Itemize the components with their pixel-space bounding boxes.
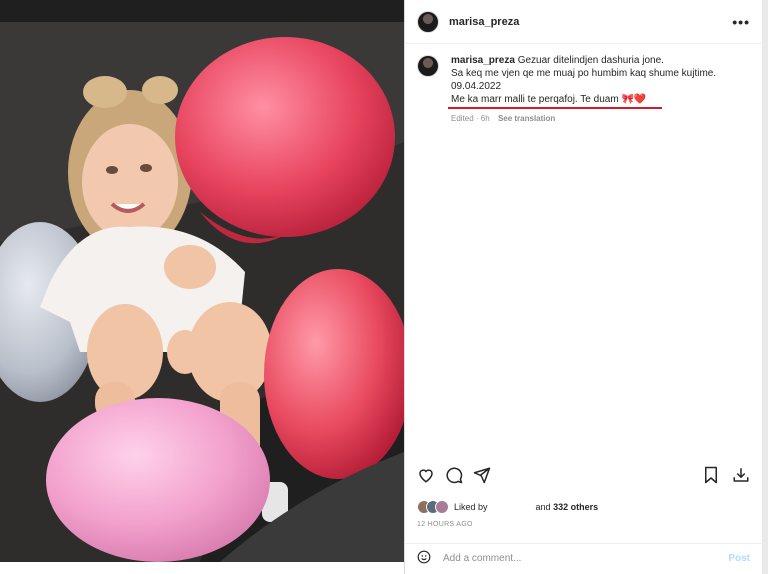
caption-body: marisa_preza Gezuar ditelindjen dashuria… [448,54,717,125]
comment-icon[interactable] [445,466,463,484]
liked-by-label: Liked by [454,502,488,512]
photo-illustration [0,22,404,562]
caption-highlight: Me ka marr malli te perqafoj. Te duam 🎀❤… [448,93,663,109]
red-underline [448,107,663,109]
post-window: marisa_preza ••• marisa_preza Gezuar dit… [0,0,768,574]
heart-icon[interactable] [417,466,435,484]
caption: marisa_preza Gezuar ditelindjen dashuria… [405,44,762,125]
liker-avatar [435,500,449,514]
action-bar-right [702,466,750,484]
caption-line-3: 09.04.2022 [451,81,502,92]
caption-line-2: Sa keq me vjen qe me muaj po humbim kaq … [451,68,717,79]
edited-label: Edited · 6h [451,114,490,123]
post-comment-button[interactable]: Post [728,553,750,564]
post-side-panel: marisa_preza ••• marisa_preza Gezuar dit… [404,0,762,574]
likes-row: Liked by and 332 others [417,500,750,514]
post-photo[interactable] [0,22,404,562]
more-icon[interactable]: ••• [732,14,750,30]
post-timestamp: 12 HOURS AGO [417,521,473,528]
download-icon[interactable] [732,466,750,484]
others-count-link[interactable]: 332 others [553,502,598,512]
and-label: and [535,502,551,512]
comment-bar: Add a comment... Post [417,550,750,567]
post-header: marisa_preza ••• [405,0,762,44]
bookmark-icon[interactable] [702,466,720,484]
others-label: and 332 others [536,502,599,512]
avatar[interactable] [417,10,439,33]
share-icon[interactable] [473,466,491,484]
caption-avatar[interactable] [417,55,439,77]
background-strip [762,0,768,574]
caption-line-4: Me ka marr malli te perqafoj. Te duam 🎀❤… [451,94,647,105]
caption-meta: Edited · 6h See translation [451,112,716,125]
top-bar [0,0,404,22]
action-bar [417,466,750,484]
liker-avatars[interactable] [417,500,449,514]
see-translation-link[interactable]: See translation [498,114,555,123]
comment-input[interactable]: Add a comment... [443,553,521,564]
header-username[interactable]: marisa_preza [449,16,519,28]
caption-line-1: Gezuar ditelindjen dashuria jone. [517,55,664,66]
divider [405,543,762,544]
caption-username[interactable]: marisa_preza [451,55,515,66]
emoji-icon[interactable] [417,550,431,567]
